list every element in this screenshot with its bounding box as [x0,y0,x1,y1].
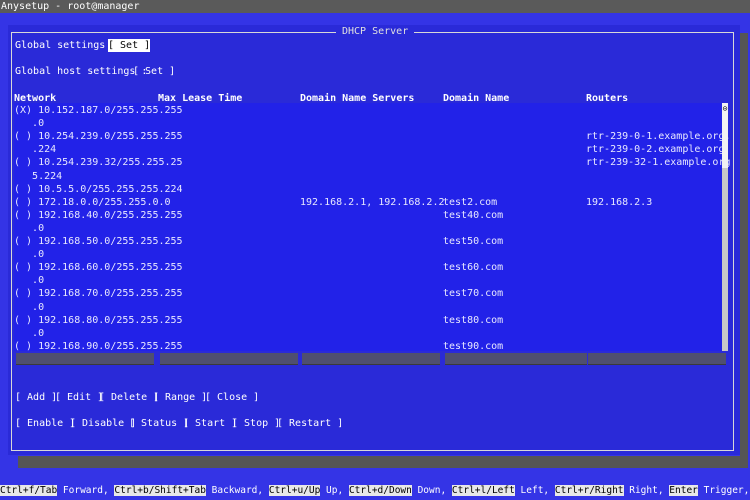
network-cell: ( ) 172.18.0.0/255.255.0.0 [14,196,171,208]
domain-cell: test50.com [443,236,504,247]
dialog-shadow-right [740,33,748,456]
field-dns[interactable] [302,353,440,365]
domain-cell: test70.com [443,288,504,300]
domain-cell: test40.com [443,209,504,221]
network-cell-wrap: .0 [14,275,45,287]
field-domain[interactable] [445,353,587,365]
network-cell: ( ) 10.254.239.0/255.255.255 [14,131,183,143]
global-settings-set-button[interactable]: [ Set ] [108,39,151,52]
hint-description: Forward, [57,485,115,496]
global-settings-label: Global settings : [15,40,118,51]
dialog-title: DHCP Server [336,25,415,39]
hint-key: Ctrl+f/Tab [0,485,58,496]
hint-description: Left, [514,485,555,496]
hint-key: Enter [669,485,698,496]
add-button[interactable]: [ Add ] [15,391,57,404]
start-button[interactable]: [ Start ] [183,417,237,430]
network-cell-wrap: 5.224 [14,170,63,182]
range-button[interactable]: [ Range ] [153,391,207,404]
network-cell: ( ) 10.5.5.0/255.255.255.224 [14,183,183,195]
close-button[interactable]: [ Close ] [205,391,259,404]
global-host-settings-label: Global host settings : [15,66,148,77]
status-button[interactable]: [ Status ] [129,417,189,430]
edit-button[interactable]: [ Edit ] [55,391,103,404]
terminal-gap [0,468,750,482]
field-network[interactable] [16,353,154,365]
routers-cell: 192.168.2.3 [586,196,653,208]
dialog-shadow-bottom [18,456,748,468]
network-cell: ( ) 192.168.40.0/255.255.255 [14,209,183,221]
scroll-up-arrow-icon[interactable]: ⊙ [722,104,728,114]
network-cell-wrap: .0 [14,222,45,234]
domain-cell: test90.com [443,340,504,352]
hint-description: Backward, [205,485,269,496]
hint-key: Ctrl+d/Down [348,485,412,496]
hint-description: Down, [411,485,452,496]
enable-button[interactable]: [ Enable ] [15,417,75,430]
field-routers[interactable] [588,353,726,365]
field-lease[interactable] [160,353,298,365]
domain-cell: test60.com [443,262,504,274]
network-cell: ( ) 192.168.60.0/255.255.255 [14,262,183,274]
domain-cell: test80.com [443,314,504,326]
hint-key: Ctrl+l/Left [451,485,515,496]
network-cell: ( ) 192.168.90.0/255.255.255 [14,340,183,352]
network-cell: (X) 10.152.187.0/255.255.255 [14,105,183,116]
hint-description: Trigger, [697,485,750,496]
network-cell: ( ) 192.168.80.0/255.255.255 [14,314,183,326]
restart-button[interactable]: [ Restart ] [277,417,343,430]
key-hint-bar: Ctrl+f/Tab Forward, Ctrl+b/Shift+Tab Bac… [0,482,750,500]
network-cell-wrap: .0 [14,249,45,261]
network-cell-wrap: .0 [14,301,45,313]
delete-button[interactable]: [ Delete ] [99,391,159,404]
hint-key: Ctrl+u/Up [268,485,321,496]
hint-description: Up, [320,485,349,496]
network-cell: ( ) 192.168.50.0/255.255.255 [14,236,183,247]
routers-cell: rtr-239-0-1.example.org, [586,131,731,143]
network-cell-wrap: .0 [14,327,45,339]
hint-key: Ctrl+b/Shift+Tab [114,485,206,496]
stop-button[interactable]: [ Stop ] [232,417,280,430]
routers-cell: rtr-239-32-1.example.org [586,157,731,169]
network-cell-wrap: .224 [14,144,57,156]
hint-key: Ctrl+r/Right [554,485,624,496]
network-cell-wrap: .0 [14,118,45,130]
domain-cell: test2.com [443,196,498,208]
network-cell: ( ) 192.168.70.0/255.255.255 [14,288,183,300]
routers-cell: rtr-239-0-2.example.org [586,144,725,156]
hint-description: Right, [623,485,670,496]
dns-cell: 192.168.2.1, 192.168.2.2 [300,196,445,208]
window-title: Anysetup - root@manager [0,0,750,13]
disable-button[interactable]: [ Disable ] [70,417,136,430]
global-host-settings-set-button[interactable]: [ Set ] [133,65,175,78]
network-cell: ( ) 10.254.239.32/255.255.25 [14,157,183,169]
